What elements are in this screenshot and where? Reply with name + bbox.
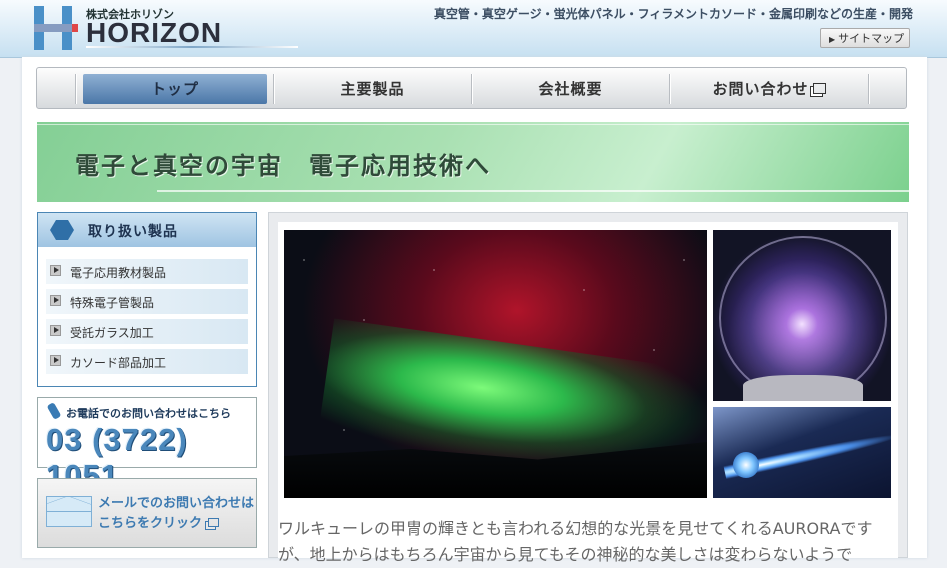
envelope-icon (46, 496, 92, 527)
discharge-tube-photo (713, 407, 891, 498)
plasma-base (743, 375, 863, 401)
product-link-educational[interactable]: 電子応用教材製品 (46, 259, 248, 285)
header-tagline: 真空管・真空ゲージ・蛍光体パネル・フィラメントカソード・金属印刷などの生産・開発 (433, 7, 913, 21)
sitemap-label: サイトマップ (838, 32, 905, 45)
mail-line-2: こちらをクリック (98, 516, 203, 531)
banner-highlight (37, 124, 909, 125)
product-link-glass[interactable]: 受託ガラス加工 (46, 319, 248, 345)
nav-contact-label: お問い合わせ (712, 80, 809, 98)
product-link-cathode[interactable]: カソード部品加工 (46, 349, 248, 375)
horizon-logo-icon[interactable] (32, 4, 80, 52)
triangle-right-icon: ▶ (829, 35, 836, 44)
tube-bulb (733, 452, 759, 478)
hexagon-icon (50, 220, 74, 240)
nav-item-company[interactable]: 会社概要 (472, 68, 669, 108)
mail-line-1: メールでのお問い合わせは (98, 496, 255, 511)
phone-icon (46, 402, 62, 420)
product-label: 電子応用教材製品 (70, 266, 167, 280)
arrow-right-icon (50, 265, 61, 276)
product-label: 特殊電子管製品 (70, 296, 155, 310)
aurora-photo (284, 230, 707, 498)
product-label: 受託ガラス加工 (70, 326, 154, 340)
phone-label: お電話でのお問い合わせはこちら (66, 407, 231, 420)
product-label: カソード部品加工 (70, 356, 167, 370)
products-title: 取り扱い製品 (88, 224, 178, 240)
main-nav: トップ 主要製品 会社概要 お問い合わせ (36, 67, 907, 109)
nav-item-products[interactable]: 主要製品 (274, 68, 471, 108)
external-window-icon (812, 83, 826, 94)
site-header: 株式会社ホリゾン HORIZON 真空管・真空ゲージ・蛍光体パネル・フィラメント… (0, 0, 947, 58)
products-panel: 取り扱い製品 電子応用教材製品 特殊電子管製品 受託ガラス加工 カソード部品加工 (37, 212, 257, 387)
banner-title: 電子と真空の宇宙 電子応用技術へ (75, 151, 491, 180)
banner-stripe (157, 190, 909, 192)
nav-item-contact[interactable]: お問い合わせ (670, 68, 868, 108)
nav-divider (868, 74, 869, 104)
arrow-right-icon (50, 295, 61, 306)
sitemap-button[interactable]: ▶ サイトマップ (820, 28, 910, 48)
external-window-icon (208, 518, 220, 527)
arrow-right-icon (50, 355, 61, 366)
plasma-ball-photo (713, 230, 891, 401)
main-description: ワルキューレの甲冑の輝きとも言われる幻想的な光景を見せてくれるAURORAですが… (278, 519, 873, 564)
logo-underline (86, 46, 298, 48)
nav-item-top[interactable]: トップ (83, 74, 267, 104)
mail-contact-text: メールでのお問い合わせは こちらをクリック (98, 494, 254, 534)
product-link-special-tubes[interactable]: 特殊電子管製品 (46, 289, 248, 315)
mail-contact-button[interactable]: メールでのお問い合わせは こちらをクリック (37, 478, 257, 548)
hero-banner: 電子と真空の宇宙 電子応用技術へ (37, 122, 909, 202)
arrow-right-icon (50, 325, 61, 336)
mail-line-2-wrap: こちらをクリック (98, 514, 254, 534)
phone-contact-box: お電話でのお問い合わせはこちら 03 (3722) 1051 (37, 397, 257, 493)
company-logo-text[interactable]: HORIZON (86, 17, 222, 49)
nav-divider (75, 74, 76, 104)
products-header: 取り扱い製品 (38, 213, 256, 247)
